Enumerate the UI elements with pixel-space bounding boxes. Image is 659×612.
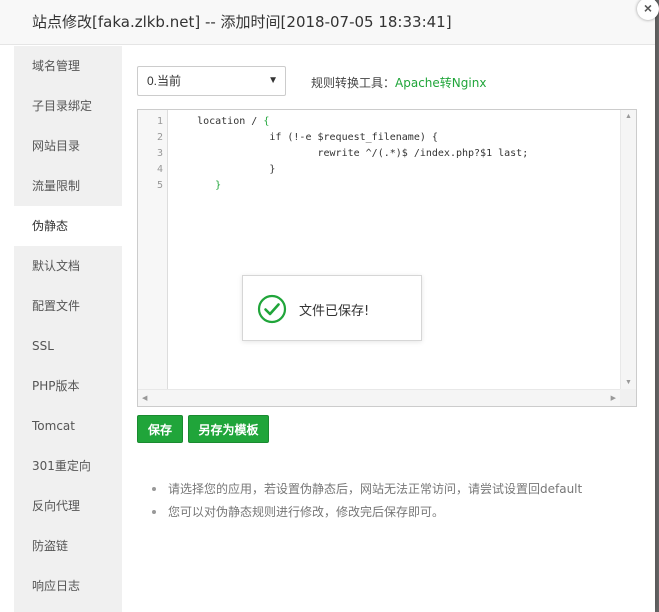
line-number: 5 (156, 180, 163, 191)
sidebar-item[interactable]: 301重定向 (14, 446, 122, 486)
apache-to-nginx-link[interactable]: Apache转Nginx (395, 76, 486, 90)
scroll-up-icon[interactable]: ▲ (625, 113, 632, 120)
scrollbar-corner (620, 389, 636, 406)
sidebar-item[interactable]: 默认文档 (14, 246, 122, 286)
sidebar-item[interactable]: 响应日志 (14, 566, 122, 606)
sidebar-item[interactable]: 子目录绑定 (14, 86, 122, 126)
line-number: 2 (156, 132, 163, 143)
dialog-sidebar: 域名管理 子目录绑定 网站目录 流量限制 伪静态 默认文档 配置文件 SSL PHP版本 Tomc… (14, 46, 122, 612)
sidebar-item[interactable]: 伪静态 (14, 206, 122, 246)
sidebar-item[interactable]: 流量限制 (14, 166, 122, 206)
close-dialog-icon[interactable]: × (637, 0, 659, 20)
rewrite-template-select[interactable]: 0.当前 ▼ (137, 66, 286, 96)
bullet-icon (152, 509, 156, 514)
line-number: 4 (156, 164, 163, 175)
scroll-right-icon[interactable]: ▶ (611, 394, 616, 402)
sidebar-item[interactable]: 网站目录 (14, 126, 122, 166)
rewrite-code-editor[interactable]: 1 2 3 4 5 location / { if (!-e $request_file… (137, 109, 637, 407)
scroll-left-icon[interactable]: ◀ (142, 394, 147, 402)
line-number-gutter: 1 2 3 4 5 (138, 110, 168, 389)
code-line[interactable]: location / { (173, 116, 269, 127)
rule-convert-label: 规则转换工具： (311, 76, 396, 90)
sidebar-item[interactable]: PHP版本 (14, 366, 122, 406)
scroll-down-icon[interactable]: ▼ (625, 379, 632, 386)
horizontal-scrollbar[interactable]: ◀ ▶ (138, 389, 620, 406)
code-line[interactable]: } (173, 180, 221, 191)
caret-down-icon: ▼ (268, 75, 278, 86)
sidebar-item[interactable]: Tomcat (14, 406, 122, 446)
dialog-title: 站点修改[faka.zlkb.net] -- 添加时间[2018-07-05 1… (0, 0, 655, 45)
sidebar-item[interactable]: 配置文件 (14, 286, 122, 326)
rule-convert-tool: 规则转换工具：Apache转Nginx (311, 74, 486, 91)
sidebar-item[interactable]: 域名管理 (14, 46, 122, 86)
help-note: 您可以对伪静态规则进行修改，修改完后保存即可。 (152, 501, 582, 524)
code-brace: } (215, 180, 222, 191)
code-line[interactable]: rewrite ^/(.*)$ /index.php?$1 last; (173, 148, 528, 159)
line-number: 1 (156, 116, 163, 127)
site-modify-dialog: 站点修改[faka.zlkb.net] -- 添加时间[2018-07-05 1… (0, 0, 655, 612)
help-note-text: 您可以对伪静态规则进行修改，修改完后保存即可。 (168, 505, 445, 519)
sidebar-item[interactable]: 反向代理 (14, 486, 122, 526)
code-line[interactable]: } (173, 164, 275, 175)
help-note-text: 请选择您的应用，若设置伪静态后，网站无法正常访问，请尝试设置回default (168, 482, 583, 496)
sidebar-item[interactable]: 防盗链 (14, 526, 122, 566)
code-brace: { (263, 116, 270, 127)
save-button[interactable]: 保存 (137, 415, 183, 443)
help-notes: 请选择您的应用，若设置伪静态后，网站无法正常访问，请尝试设置回default 您可… (152, 478, 582, 524)
select-value: 0.当前 (147, 74, 182, 88)
line-number: 3 (156, 148, 163, 159)
vertical-scrollbar[interactable]: ▲ ▼ (620, 110, 636, 389)
bullet-icon (152, 486, 156, 491)
save-success-toast: 文件已保存! (242, 275, 422, 341)
save-as-template-button[interactable]: 另存为模板 (188, 415, 269, 443)
help-note: 请选择您的应用，若设置伪静态后，网站无法正常访问，请尝试设置回default (152, 478, 582, 501)
check-circle-icon (257, 294, 287, 324)
code-line[interactable]: if (!-e $request_filename) { (173, 132, 438, 143)
toast-message: 文件已保存! (299, 304, 370, 319)
sidebar-item[interactable]: SSL (14, 326, 122, 366)
rewrite-panel: 0.当前 ▼ 规则转换工具：Apache转Nginx 1 2 3 4 5 locatio… (122, 46, 655, 612)
